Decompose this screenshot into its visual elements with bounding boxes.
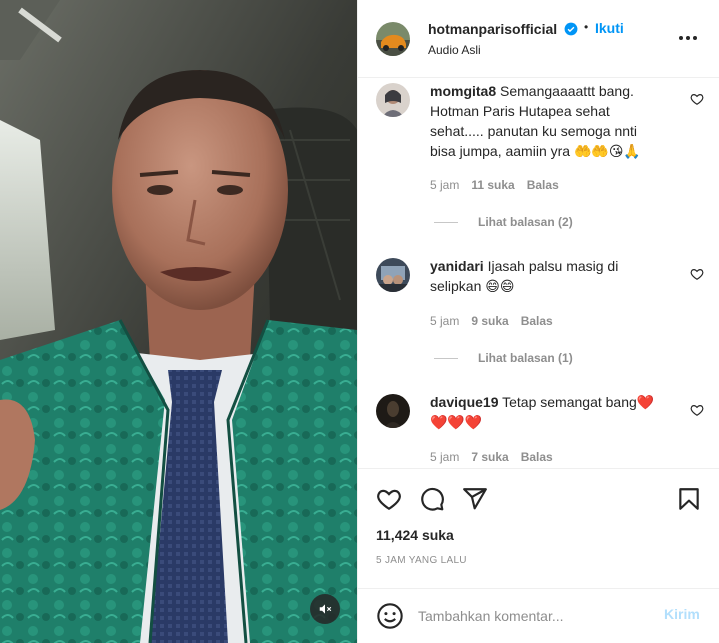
comment-username[interactable]: davique19	[430, 394, 498, 410]
comment-text: davique19 Tetap semangat bang❤️❤️❤️❤️	[430, 392, 660, 432]
video-frame-image	[0, 0, 357, 643]
view-replies-button[interactable]: Lihat balasan (1)	[434, 351, 573, 365]
comment-likes[interactable]: 7 suka	[471, 450, 508, 464]
reply-button[interactable]: Balas	[527, 178, 559, 192]
reply-button[interactable]: Balas	[521, 450, 553, 464]
replies-divider	[434, 357, 458, 359]
add-comment-bar: Kirim	[358, 588, 719, 643]
author-avatar[interactable]	[376, 22, 410, 56]
comment-input[interactable]	[418, 605, 648, 627]
post-timestamp[interactable]: 5 JAM YANG LALU	[376, 555, 467, 566]
avatar-image	[376, 22, 410, 56]
comment-like-icon[interactable]	[690, 403, 704, 417]
comment-likes[interactable]: 9 suka	[471, 314, 508, 328]
post-details-panel: hotmanparisofficial • Ikuti Audio Asli m…	[357, 0, 719, 643]
commenter-avatar[interactable]	[376, 83, 410, 117]
comment-like-icon[interactable]	[690, 92, 704, 106]
more-options-button[interactable]	[676, 26, 700, 50]
avatar-image	[376, 258, 410, 292]
comment-meta: 5 jam 11 suka Balas	[430, 178, 571, 192]
reply-button[interactable]: Balas	[521, 314, 553, 328]
post-media[interactable]	[0, 0, 357, 643]
comment-meta: 5 jam 7 suka Balas	[430, 450, 565, 464]
view-replies-button[interactable]: Lihat balasan (2)	[434, 215, 573, 229]
audio-label[interactable]: Audio Asli	[428, 43, 481, 57]
avatar-image	[376, 83, 410, 117]
comment-text: yanidari Ijasah palsu masig di selipkan …	[430, 256, 660, 296]
mute-button[interactable]	[310, 594, 340, 624]
comment-time[interactable]: 5 jam	[430, 178, 459, 192]
comment-like-icon[interactable]	[690, 267, 704, 281]
comment-username[interactable]: momgita8	[430, 83, 496, 99]
replies-divider	[434, 221, 458, 223]
comment-time[interactable]: 5 jam	[430, 450, 459, 464]
post-likes-count[interactable]: 11,424 suka	[376, 527, 454, 543]
mute-icon	[319, 604, 332, 614]
follow-button[interactable]: Ikuti	[595, 20, 624, 36]
comment-meta: 5 jam 9 suka Balas	[430, 314, 565, 328]
post-comment-button[interactable]: Kirim	[664, 606, 700, 622]
verified-badge-icon	[564, 22, 578, 36]
post-header: hotmanparisofficial • Ikuti Audio Asli	[358, 0, 719, 78]
comment-likes[interactable]: 11 suka	[471, 178, 514, 192]
author-username[interactable]: hotmanparisofficial	[428, 21, 557, 37]
emoji-icon[interactable]	[376, 602, 404, 630]
avatar-image	[376, 394, 410, 428]
save-icon[interactable]	[676, 486, 702, 512]
commenter-avatar[interactable]	[376, 258, 410, 292]
comment-icon[interactable]	[419, 486, 445, 512]
share-icon[interactable]	[462, 486, 488, 512]
view-replies-label: Lihat balasan (1)	[478, 351, 573, 365]
comment-time[interactable]: 5 jam	[430, 314, 459, 328]
commenter-avatar[interactable]	[376, 394, 410, 428]
view-replies-label: Lihat balasan (2)	[478, 215, 573, 229]
separator-dot: •	[584, 20, 589, 34]
comment-text: momgita8 Semangaaaattt bang. Hotman Pari…	[430, 81, 660, 161]
comments-list[interactable]: momgita8 Semangaaaattt bang. Hotman Pari…	[358, 79, 719, 468]
heart-icon[interactable]	[376, 486, 402, 512]
comment-username[interactable]: yanidari	[430, 258, 484, 274]
more-options-icon	[679, 36, 697, 40]
